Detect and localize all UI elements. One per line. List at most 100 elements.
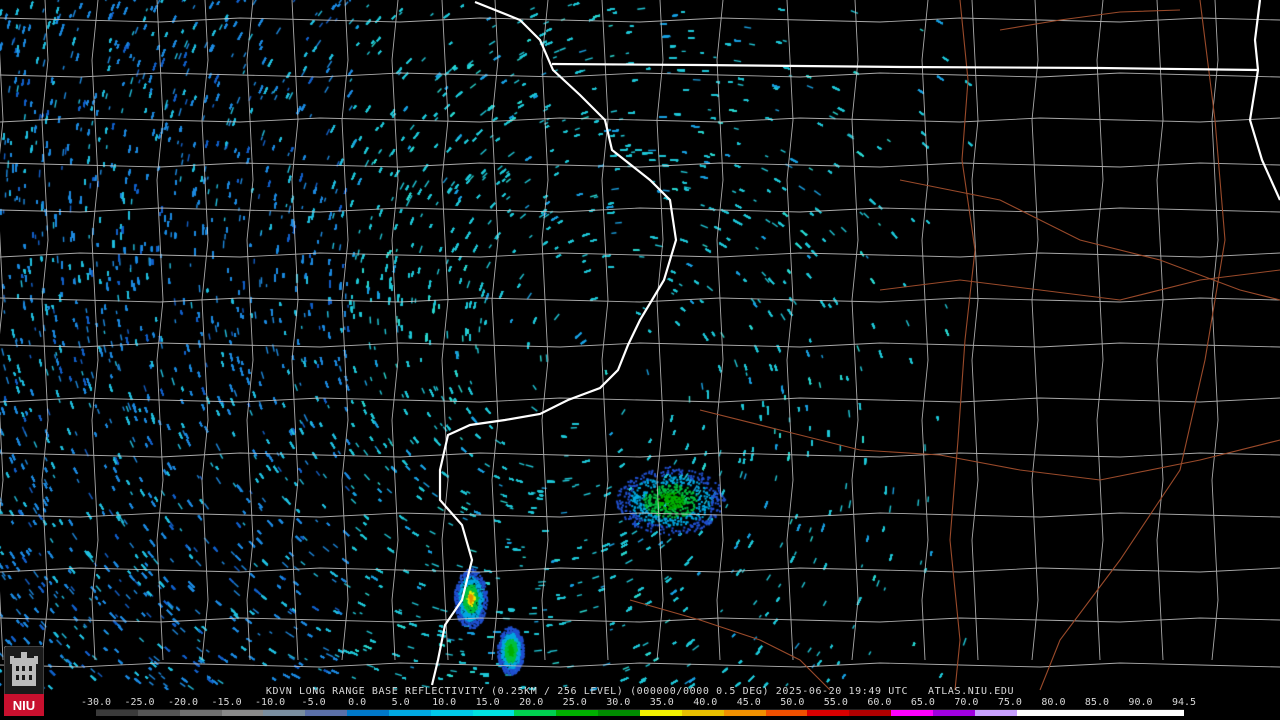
scan-info: (000000/0000 0.5 DEG) (630, 686, 770, 697)
colorbar-tick-label: 80.0 (1041, 697, 1066, 708)
mississippi-river-border (430, 0, 678, 686)
colorbar-segment (765, 710, 808, 716)
county-line (391, 0, 399, 661)
county-line (441, 0, 449, 661)
colorbar-segment (1100, 710, 1143, 716)
colorbar-tick-label: 30.0 (606, 697, 631, 708)
county-line (0, 512, 1280, 518)
colorbar-ticks: -30.0 -25.0 -20.0 -15.0 -10.0 -5.0 0.0 5.0 10.0 1… (81, 697, 1196, 709)
state-borders (430, 0, 1280, 686)
colorbar-segment (96, 710, 138, 716)
colorbar-tick-label: 75.0 (997, 697, 1022, 708)
product-caption: KDVN LONG RANGE BASE REFLECTIVITY (0.25K… (0, 686, 1280, 697)
colorbar-segment (932, 710, 975, 716)
colorbar-segment (221, 710, 264, 716)
colorbar-tick-label: -25.0 (124, 697, 155, 708)
colorbar-tick-label: 55.0 (823, 697, 848, 708)
colorbar-tick-label: -5.0 (301, 697, 326, 708)
colorbar-segment (891, 710, 933, 716)
county-line (201, 0, 209, 661)
county-line (0, 452, 1280, 458)
colorbar-segment (388, 710, 431, 716)
colorbar-tick-label: 35.0 (649, 697, 674, 708)
county-line (786, 0, 794, 661)
colorbar-tick-label: 25.0 (562, 697, 587, 708)
county-line (0, 252, 1280, 258)
iowa-minnesota-border (551, 62, 1259, 72)
colorbar-segment (1058, 710, 1101, 716)
highway-south (629, 599, 831, 691)
colorbar-segment (472, 710, 515, 716)
county-line (541, 0, 549, 661)
colorbar-tick-label: 20.0 (519, 697, 544, 708)
colorbar-tick-label: -15.0 (211, 697, 242, 708)
colorbar-tick-label: 65.0 (910, 697, 935, 708)
county-line (0, 297, 1280, 303)
lake-michigan-shore (1248, 0, 1280, 201)
colorbar-segment (681, 710, 724, 716)
county-line (156, 0, 164, 661)
county-line (0, 662, 1280, 668)
station-id: KDVN (265, 686, 293, 697)
colorbar-segment (514, 710, 557, 716)
colorbar-segment (347, 710, 389, 716)
colorbar-tick-label: -20.0 (167, 697, 199, 708)
colorbar-segment (974, 710, 1017, 716)
site-url[interactable]: ATLAS.NIU.EDU (928, 686, 1014, 697)
county-line (971, 0, 979, 661)
county-line (91, 0, 99, 661)
county-line (921, 0, 929, 661)
county-line (246, 0, 254, 661)
colorbar-tick-label: 70.0 (954, 697, 979, 708)
county-line (716, 0, 724, 661)
highway-east-west-mid (879, 269, 1280, 301)
niu-logo-text: NIU (13, 698, 35, 713)
county-line (0, 117, 1280, 123)
county-line (601, 0, 609, 661)
colorbar-segment (1016, 710, 1059, 716)
colorbar-tick-label: 0.0 (348, 697, 367, 708)
county-line (0, 17, 1280, 23)
colorbar-segment (807, 710, 850, 716)
colorbar-segment (1142, 710, 1184, 716)
county-line (656, 0, 664, 661)
county-line (0, 397, 1280, 403)
colorbar-tick-label: -30.0 (80, 697, 112, 708)
colorbar-tick-label: 90.0 (1128, 697, 1153, 708)
county-line (851, 0, 859, 661)
colorbar-tick-label: 15.0 (475, 697, 500, 708)
colorbar-segment (179, 710, 222, 716)
colorbar-segment (723, 710, 766, 716)
county-line (0, 617, 1280, 623)
timestamp: 2025-06-20 19:49 UTC (775, 686, 909, 697)
colorbar-segment (639, 710, 682, 716)
colorbar-tick-label: 50.0 (780, 697, 805, 708)
colorbar-segment (598, 710, 640, 716)
colorbar-segment (137, 710, 180, 716)
county-borders (0, 0, 1280, 668)
colorbar-tick-label: 10.0 (432, 697, 457, 708)
colorbar-tick-label: -10.0 (255, 697, 286, 708)
county-line (41, 0, 49, 661)
colorbar-segment (305, 710, 348, 716)
product-name: LONG RANGE BASE REFLECTIVITY (299, 686, 485, 697)
county-line (1096, 0, 1104, 661)
colorbar-segment (556, 710, 599, 716)
county-line (1031, 0, 1039, 661)
county-line (0, 207, 1280, 213)
colorbar-tick-label: 5.0 (391, 697, 410, 708)
colorbar-tick-label: 40.0 (693, 697, 718, 708)
county-line (1156, 0, 1164, 661)
colorbar-tick-label: 60.0 (867, 697, 892, 708)
colorbar-tick-label: 94.5 (1171, 697, 1197, 708)
county-line (491, 0, 499, 661)
reflectivity-colorbar (96, 709, 1184, 716)
county-line (0, 50, 4, 661)
county-line (0, 162, 1280, 168)
county-line (0, 72, 1280, 78)
highway-east-west (899, 179, 1280, 301)
niu-logo: NIU (4, 646, 44, 716)
map-borders (0, 0, 1280, 691)
resolution: (0.25KM / 256 LEVEL) (491, 686, 624, 697)
county-line (0, 567, 1280, 573)
